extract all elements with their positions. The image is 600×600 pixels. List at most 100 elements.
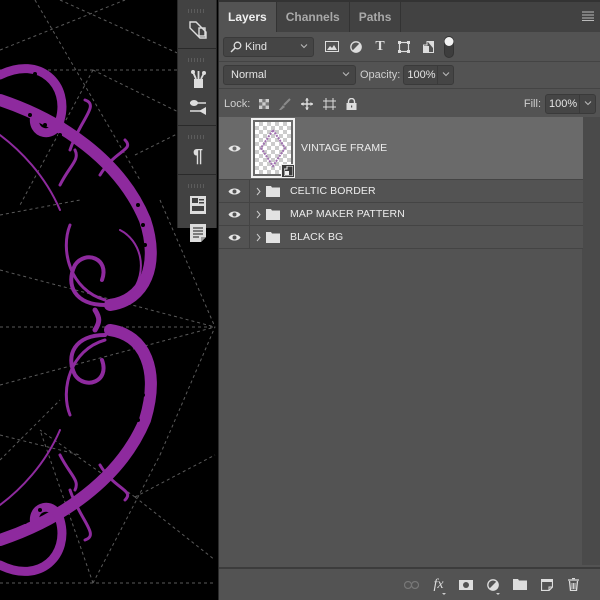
opacity-value: 100%: [407, 69, 436, 81]
notes-panel-button[interactable]: [178, 219, 218, 247]
expand-group-toggle[interactable]: [253, 233, 263, 242]
layer-name[interactable]: CELTIC BORDER: [290, 185, 376, 197]
chevron-down-icon: [342, 72, 350, 77]
link-layers-icon: [404, 580, 419, 589]
hamburger-menu-icon[interactable]: [582, 11, 594, 21]
pixel-layer-filter-button[interactable]: [320, 37, 344, 57]
opacity-dropdown[interactable]: [437, 66, 453, 84]
adjustment-layer-filter-button[interactable]: [344, 37, 368, 57]
guide-line: [0, 434, 81, 456]
link-layers-button[interactable]: [398, 575, 425, 595]
add-mask-button[interactable]: [452, 575, 479, 595]
guide-line: [0, 199, 81, 216]
add-layer-style-button[interactable]: fx: [425, 575, 452, 595]
eye-icon: [228, 234, 240, 240]
fill-label: Fill:: [523, 97, 541, 110]
ornament-dot: [23, 74, 27, 78]
new-layer-icon: [540, 578, 553, 591]
ornament-dot: [58, 133, 62, 137]
fill-field[interactable]: 100%: [545, 93, 596, 114]
lock-image-pixels-button[interactable]: [274, 94, 296, 114]
guide-line: [0, 399, 61, 461]
dock-group: [178, 175, 216, 251]
expand-group-toggle[interactable]: [253, 210, 263, 219]
chevron-down-icon: [300, 43, 308, 48]
paragraph-panel-button[interactable]: ¶: [178, 142, 218, 170]
blend-row: Normal Opacity: 100%: [219, 62, 600, 89]
new-layer-button[interactable]: [533, 575, 560, 595]
guide-line: [159, 326, 216, 456]
pixel-layer-filter-icon: [325, 41, 339, 52]
lock-all-button[interactable]: [340, 94, 362, 114]
ornament-dot: [141, 393, 145, 397]
tab-layers[interactable]: Layers: [219, 2, 277, 32]
dock-grip[interactable]: [188, 58, 206, 62]
visibility-toggle[interactable]: [219, 203, 250, 225]
visibility-toggle[interactable]: [219, 226, 250, 248]
ornament-knot: [92, 307, 102, 333]
purple-ornament: [0, 64, 157, 576]
lock-position-button[interactable]: [296, 94, 318, 114]
ornament-dot: [13, 558, 17, 562]
layer-name[interactable]: BLACK BG: [290, 231, 343, 243]
blend-mode-select[interactable]: Normal: [223, 65, 356, 85]
paragraph-panel-icon: ¶: [192, 145, 203, 166]
type-layer-filter-button[interactable]: T: [368, 37, 392, 57]
smart-object-icon: [283, 166, 293, 176]
layer-name[interactable]: MAP MAKER PATTERN: [290, 208, 405, 220]
smart-object-filter-button[interactable]: [416, 37, 440, 57]
visibility-toggle[interactable]: [219, 180, 250, 202]
brushes-panel-button[interactable]: [178, 65, 218, 93]
ornament-dot: [33, 72, 37, 76]
dock-grip[interactable]: [188, 9, 206, 13]
layers-list: VINTAGE FRAME CELTIC BORDER MAP MAKER PA…: [219, 117, 583, 249]
opacity-field[interactable]: 100%: [403, 65, 455, 85]
lock-transparent-pixels-icon: [259, 98, 270, 109]
opacity-label: Opacity:: [360, 69, 401, 81]
delete-layer-button[interactable]: [560, 575, 587, 595]
new-group-button[interactable]: [506, 575, 533, 595]
layer-row-black-bg[interactable]: BLACK BG: [219, 226, 583, 249]
dock-group: [178, 0, 216, 49]
filter-kind-select[interactable]: Kind: [223, 36, 314, 57]
layer-thumbnail[interactable]: [251, 118, 295, 178]
ornament-dot: [136, 418, 140, 422]
ornament-dot: [13, 78, 17, 82]
adjustment-layer-filter-icon: [350, 40, 362, 53]
layers-panel: Layers Channels Paths Kind T Normal Opac…: [218, 0, 600, 600]
lock-artboard-button[interactable]: [318, 94, 340, 114]
ornament-dot: [23, 520, 27, 524]
chevron-right-icon: [256, 210, 261, 218]
chevron-right-icon: [256, 187, 261, 195]
shape-layer-filter-button[interactable]: [392, 37, 416, 57]
dock-grip[interactable]: [188, 184, 206, 188]
lock-transparent-pixels-button[interactable]: [254, 94, 274, 114]
visibility-toggle[interactable]: [219, 117, 250, 179]
eye-icon: [228, 145, 241, 151]
new-adjustment-layer-button[interactable]: [479, 575, 506, 595]
lock-all-icon: [346, 97, 357, 110]
transform-panel-button[interactable]: [178, 16, 218, 44]
new-adjustment-layer-icon: [486, 578, 499, 591]
dock-grip[interactable]: [188, 135, 206, 139]
lock-image-pixels-icon: [279, 97, 292, 110]
folder-icon: [266, 231, 280, 243]
guide-line: [134, 454, 216, 498]
filter-toggle[interactable]: [442, 35, 456, 58]
layer-row-vintage-frame[interactable]: VINTAGE FRAME: [219, 117, 583, 180]
type-layer-filter-icon: T: [375, 38, 385, 54]
dock-group: [178, 49, 216, 126]
dock-group: ¶: [178, 126, 216, 175]
brush-settings-button[interactable]: [178, 93, 218, 121]
fill-dropdown[interactable]: [579, 94, 595, 113]
tab-paths[interactable]: Paths: [350, 2, 402, 32]
tab-channels[interactable]: Channels: [277, 2, 350, 32]
layer-row-celtic-border[interactable]: CELTIC BORDER: [219, 180, 583, 203]
layer-name[interactable]: VINTAGE FRAME: [301, 142, 387, 154]
layer-row-map-maker-pattern[interactable]: MAP MAKER PATTERN: [219, 203, 583, 226]
expand-group-toggle[interactable]: [253, 187, 263, 196]
layers-scrollbar[interactable]: [582, 117, 600, 565]
guide-line: [0, 269, 216, 328]
properties-panel-button[interactable]: [178, 191, 218, 219]
dropdown-indicator: [442, 592, 446, 595]
